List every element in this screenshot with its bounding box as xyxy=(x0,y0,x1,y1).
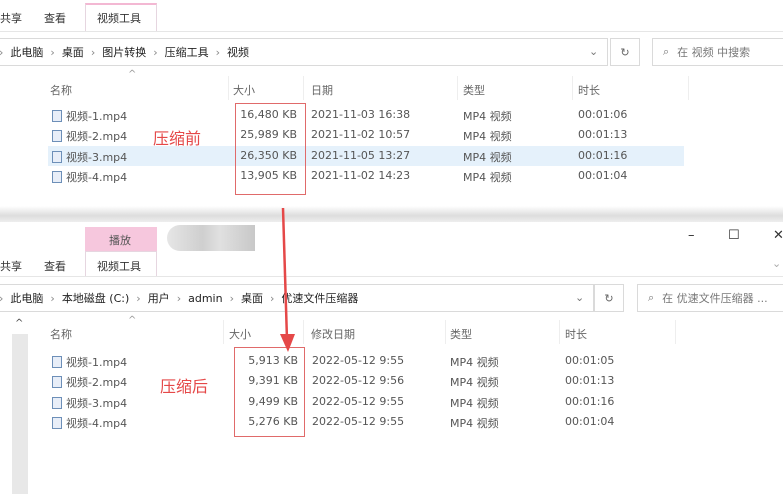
compression-arrow xyxy=(280,207,295,352)
